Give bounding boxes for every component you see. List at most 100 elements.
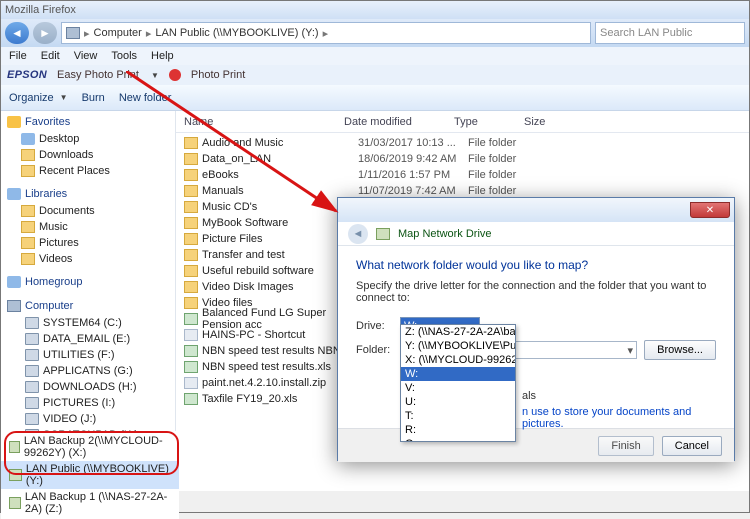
sidebar-item-videos[interactable]: Videos <box>1 251 175 267</box>
chevron-down-icon: ▾ <box>628 344 634 357</box>
menu-edit[interactable]: Edit <box>41 50 60 62</box>
file-icon <box>184 377 198 389</box>
back-button[interactable]: ◄ <box>5 22 29 44</box>
dropdown-option[interactable]: R: <box>401 423 515 437</box>
table-row[interactable]: Audio and Music31/03/2017 10:13 ...File … <box>176 135 749 151</box>
example-text-tail: als <box>522 390 536 402</box>
col-name[interactable]: Name <box>184 116 344 128</box>
folder-icon <box>21 205 35 217</box>
file-icon <box>184 217 198 229</box>
easy-photo-print-button[interactable]: Easy Photo Print <box>57 69 139 81</box>
window-titlebar: Mozilla Firefox <box>1 1 749 19</box>
photo-print-button[interactable]: Photo Print <box>191 69 245 81</box>
mapped-drives-pane: LAN Backup 2(\\MYCLOUD-99262Y) (X:) LAN … <box>1 431 179 519</box>
folder-icon <box>21 237 35 249</box>
file-icon <box>184 201 198 213</box>
drive-icon <box>25 413 39 425</box>
epson-logo: EPSON <box>7 69 47 81</box>
sidebar-item-music[interactable]: Music <box>1 219 175 235</box>
file-icon <box>184 313 198 325</box>
homegroup-header[interactable]: Homegroup <box>1 273 175 291</box>
col-type[interactable]: Type <box>454 116 524 128</box>
table-row[interactable]: Data_on_LAN18/06/2019 9:42 AMFile folder <box>176 151 749 167</box>
network-drive-icon <box>9 441 20 453</box>
drive-dropdown-list[interactable]: Z: (\\NAS-27-2A-2A\backup)Y: (\\MYBOOKLI… <box>400 324 516 442</box>
sidebar-item-documents[interactable]: Documents <box>1 203 175 219</box>
menu-file[interactable]: File <box>9 50 27 62</box>
dropdown-option[interactable]: T: <box>401 409 515 423</box>
menu-help[interactable]: Help <box>151 50 174 62</box>
cancel-button[interactable]: Cancel <box>662 436 722 456</box>
chevron-down-icon[interactable]: ▼ <box>151 71 159 80</box>
computer-header[interactable]: Computer <box>1 297 175 315</box>
folder-icon <box>21 253 35 265</box>
dialog-title: Map Network Drive <box>398 228 492 240</box>
folder-icon <box>21 165 35 177</box>
sidebar-item-recent[interactable]: Recent Places <box>1 163 175 179</box>
sidebar-item-drive[interactable]: APPLICATNS (G:) <box>1 363 175 379</box>
file-icon <box>184 137 198 149</box>
close-button[interactable]: ✕ <box>690 202 730 218</box>
file-icon <box>184 393 198 405</box>
menu-bar: File Edit View Tools Help <box>1 47 749 65</box>
dropdown-option[interactable]: Q: <box>401 437 515 442</box>
dropdown-option[interactable]: W: <box>401 367 515 381</box>
dropdown-option[interactable]: V: <box>401 381 515 395</box>
explorer-toolbar: Organize▼ Burn New folder <box>1 85 749 111</box>
libraries-header[interactable]: Libraries <box>1 185 175 203</box>
new-folder-button[interactable]: New folder <box>119 92 172 104</box>
drive-icon <box>25 349 39 361</box>
sidebar-item-drive[interactable]: SYSTEM64 (C:) <box>1 315 175 331</box>
breadcrumb[interactable]: Computer <box>94 27 142 39</box>
dialog-titlebar: ✕ <box>338 198 734 222</box>
dialog-body: What network folder would you like to ma… <box>338 246 734 428</box>
file-icon <box>184 361 198 373</box>
sidebar-item-drive[interactable]: UTILITIES (F:) <box>1 347 175 363</box>
breadcrumb[interactable]: LAN Public (\\MYBOOKLIVE) (Y:) <box>155 27 318 39</box>
computer-icon <box>7 300 21 312</box>
sidebar-item-drive[interactable]: PICTURES (I:) <box>1 395 175 411</box>
nav-bar: ◄ ► ▸ Computer ▸ LAN Public (\\MYBOOKLIV… <box>1 19 749 47</box>
file-icon <box>184 265 198 277</box>
dropdown-option[interactable]: Z: (\\NAS-27-2A-2A\backup) <box>401 325 515 339</box>
columns-header: Name Date modified Type Size <box>176 111 749 133</box>
browse-button[interactable]: Browse... <box>644 340 716 360</box>
address-bar[interactable]: ▸ Computer ▸ LAN Public (\\MYBOOKLIVE) (… <box>61 22 591 44</box>
col-size[interactable]: Size <box>524 116 584 128</box>
storage-link-tail[interactable]: n use to store your documents and pictur… <box>522 406 734 430</box>
dropdown-option[interactable]: X: (\\MYCLOUD-99262Y\Public) <box>401 353 515 367</box>
burn-button[interactable]: Burn <box>82 92 105 104</box>
sidebar-item-drive[interactable]: DOWNLOADS (H:) <box>1 379 175 395</box>
col-date[interactable]: Date modified <box>344 116 454 128</box>
chevron-right-icon: ▸ <box>323 27 329 40</box>
sidebar-item-lanbackup2[interactable]: LAN Backup 2(\\MYCLOUD-99262Y) (X:) <box>1 433 179 461</box>
dropdown-option[interactable]: U: <box>401 395 515 409</box>
table-row[interactable]: eBooks1/11/2016 1:57 PMFile folder <box>176 167 749 183</box>
sidebar-item-desktop[interactable]: Desktop <box>1 131 175 147</box>
libraries-icon <box>7 188 21 200</box>
desktop-icon <box>21 133 35 145</box>
search-input[interactable]: Search LAN Public <box>595 22 745 44</box>
menu-tools[interactable]: Tools <box>111 50 137 62</box>
sidebar-item-downloads[interactable]: Downloads <box>1 147 175 163</box>
menu-view[interactable]: View <box>74 50 98 62</box>
file-icon <box>184 233 198 245</box>
favorites-header[interactable]: Favorites <box>1 113 175 131</box>
network-drive-icon <box>9 469 22 481</box>
organize-button[interactable]: Organize▼ <box>9 92 68 104</box>
sidebar-item-pictures[interactable]: Pictures <box>1 235 175 251</box>
dropdown-option[interactable]: Y: (\\MYBOOKLIVE\Public) <box>401 339 515 353</box>
sidebar-item-drive[interactable]: VIDEO (J:) <box>1 411 175 427</box>
drive-label: Drive: <box>356 320 400 332</box>
chevron-right-icon: ▸ <box>146 27 152 40</box>
dialog-back-button[interactable]: ◄ <box>348 224 368 244</box>
sidebar-item-drive[interactable]: DATA_EMAIL (E:) <box>1 331 175 347</box>
drive-icon <box>25 381 39 393</box>
finish-button[interactable]: Finish <box>598 436 653 456</box>
sidebar-item-lanpublic[interactable]: LAN Public (\\MYBOOKLIVE) (Y:) <box>1 461 179 489</box>
search-placeholder: Search LAN Public <box>600 27 692 39</box>
dialog-instruction: Specify the drive letter for the connect… <box>356 280 716 304</box>
forward-button[interactable]: ► <box>33 22 57 44</box>
drive-icon <box>25 317 39 329</box>
folder-label: Folder: <box>356 344 390 356</box>
